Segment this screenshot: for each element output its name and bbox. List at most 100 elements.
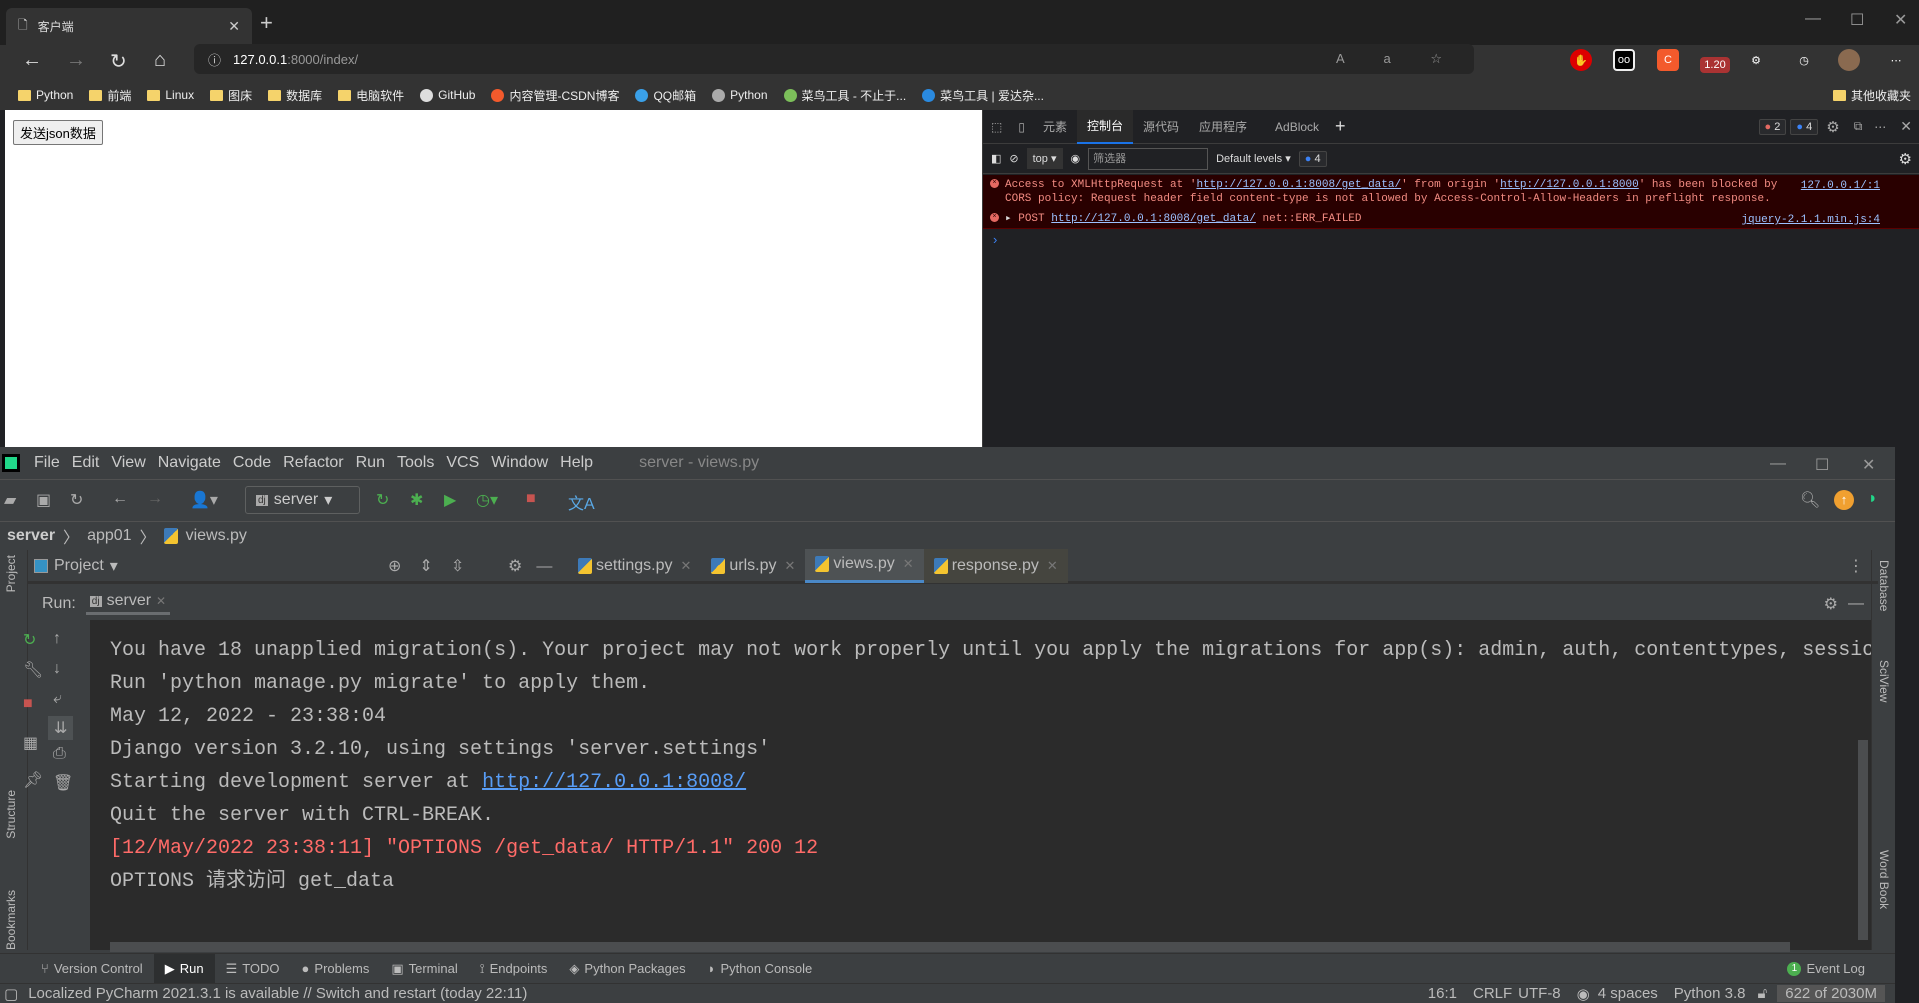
adblock-icon[interactable]: ✋ [1570, 49, 1592, 71]
soft-wrap-icon[interactable]: ⤶ [53, 690, 62, 708]
msg-link[interactable]: http://127.0.0.1:8008/get_data/ [1051, 213, 1256, 225]
memory-indicator[interactable]: 622 of 2030M [1777, 985, 1885, 1002]
send-json-button[interactable]: 发送json数据 [13, 120, 103, 145]
save-icon[interactable]: ▣ [36, 490, 51, 510]
open-icon[interactable]: ▰ [4, 490, 16, 510]
reload-icon[interactable]: ↻ [110, 49, 127, 74]
indent-setting[interactable]: 4 spaces [1598, 985, 1658, 1002]
status-toggle-icon[interactable]: ▢ [4, 985, 18, 1003]
history-icon[interactable]: ◷ [1793, 49, 1815, 71]
rerun-icon[interactable]: ↻ [376, 490, 389, 510]
close-tab-icon[interactable]: ✕ [1047, 558, 1058, 574]
project-view-select[interactable]: Project ▾ [28, 556, 388, 576]
close-tab-icon[interactable]: ✕ [903, 556, 914, 572]
editor-tab[interactable]: settings.py ✕ [568, 549, 701, 583]
menu-file[interactable]: File [28, 454, 66, 472]
add-tab-icon[interactable]: + [1329, 116, 1352, 137]
print-icon[interactable]: ⎙ [53, 745, 66, 763]
read-aloud-translate-favorite-icons[interactable]: A a ☆ [1336, 51, 1460, 67]
avatar[interactable] [1838, 49, 1860, 71]
extensions-icon[interactable]: ⚙ [1745, 49, 1767, 71]
event-log-button[interactable]: 1 Event Log [1787, 961, 1865, 976]
tool-database[interactable]: Database [1877, 560, 1891, 611]
msg-link[interactable]: http://127.0.0.1:8008/get_data/ [1196, 179, 1401, 191]
new-tab-button[interactable]: + [260, 10, 273, 36]
ide-close-button[interactable]: ✕ [1862, 455, 1875, 475]
msg-link[interactable]: http://127.0.0.1:8000 [1500, 179, 1639, 191]
tool-window-problems[interactable]: ● Problems [291, 954, 381, 984]
console-settings-icon[interactable]: ⚙ [1899, 150, 1912, 168]
debug-icon[interactable]: ✱ [410, 490, 423, 510]
server-link[interactable]: http://127.0.0.1:8008/ [482, 771, 746, 794]
close-run-tab-icon[interactable]: ✕ [156, 594, 166, 608]
bookmark-item[interactable]: GitHub [420, 88, 475, 102]
close-tab-icon[interactable]: ✕ [680, 558, 691, 574]
bookmark-item[interactable]: 前端 [89, 87, 131, 104]
close-window-button[interactable]: ✕ [1894, 10, 1907, 30]
editor-tab-active[interactable]: views.py ✕ [805, 548, 924, 583]
tool-bookmarks[interactable]: Bookmarks [4, 890, 18, 950]
run-console-output[interactable]: You have 18 unapplied migration(s). Your… [90, 620, 1871, 950]
tool-window-version-control[interactable]: ⑂ Version Control [30, 954, 154, 984]
error-count-badge[interactable]: ● 2 [1758, 118, 1787, 135]
msg-source-link[interactable]: 127.0.0.1/:1 [1801, 179, 1880, 193]
tool-window-terminal[interactable]: ▣ Terminal [380, 954, 468, 984]
caret-position[interactable]: 16:1 [1428, 985, 1457, 1002]
extension-icon[interactable]: oo [1613, 49, 1635, 71]
tool-project[interactable]: Project [4, 555, 18, 592]
menu-navigate[interactable]: Navigate [152, 454, 227, 472]
python-interpreter[interactable]: Python 3.8 [1674, 985, 1746, 1002]
tool-word-book[interactable]: Word Book [1877, 850, 1891, 909]
horizontal-scrollbar[interactable] [110, 942, 1790, 952]
expand-arrow-icon[interactable]: ▸ [1005, 213, 1012, 225]
stop-icon[interactable]: ■ [526, 490, 536, 508]
menu-vcs[interactable]: VCS [440, 454, 485, 472]
tool-window-endpoints[interactable]: ⟟ Endpoints [469, 954, 559, 984]
project-settings-icons[interactable]: ⚙— [508, 556, 568, 576]
menu-code[interactable]: Code [227, 454, 277, 472]
layout-icon[interactable]: ▦ [23, 733, 38, 753]
home-icon[interactable]: ⌂ [154, 49, 166, 72]
bookmark-item[interactable]: QQ邮箱 [635, 87, 696, 104]
bookmark-item[interactable]: 数据库 [268, 87, 322, 104]
more-icon[interactable]: ⋯ [1868, 120, 1892, 134]
menu-help[interactable]: Help [554, 454, 599, 472]
lock-icon[interactable]: 🔓︎ [1758, 985, 1768, 1002]
down-icon[interactable]: ↓ [53, 660, 61, 678]
devtools-tab[interactable]: 元素 [1033, 110, 1077, 144]
vcs-user-icon[interactable]: 👤▾ [190, 490, 218, 510]
browser-tab[interactable]: 🗋 客户端 ✕ [6, 8, 252, 45]
bookmark-item[interactable]: Python [712, 88, 768, 102]
bookmark-item[interactable]: 菜鸟工具 - 不止于... [783, 87, 906, 104]
ide-maximize-button[interactable]: ☐ [1815, 455, 1829, 475]
tool-sciview[interactable]: SciView [1877, 660, 1891, 702]
tool-window-run[interactable]: ▶ Run [153, 953, 215, 984]
translate-icon[interactable]: 文A [568, 490, 595, 514]
msg-source-link[interactable]: jquery-2.1.1.min.js:4 [1741, 213, 1880, 227]
tool-window-python-packages[interactable]: ◈ Python Packages [558, 954, 696, 984]
device-icon[interactable]: ▯ [1010, 120, 1033, 134]
wrench-icon[interactable]: 🔧︎ [23, 660, 43, 680]
filter-input[interactable]: 筛选器 [1088, 147, 1209, 170]
sync-icon[interactable]: ↻ [70, 490, 83, 510]
bookmark-item[interactable]: 内容管理-CSDN博客 [491, 87, 619, 104]
other-bookmarks[interactable]: 其他收藏夹 [1832, 87, 1911, 104]
context-select[interactable]: top ▾ [1026, 148, 1063, 169]
menu-view[interactable]: View [105, 454, 151, 472]
levels-select[interactable]: Default levels ▾ [1216, 152, 1291, 165]
hide-icon[interactable]: — [1848, 595, 1864, 613]
bookmark-item[interactable]: Python [18, 88, 73, 102]
up-icon[interactable]: ↑ [53, 630, 61, 648]
ide-minimize-button[interactable]: — [1770, 455, 1786, 473]
inspection-eye-icon[interactable]: ◉ [1577, 985, 1590, 1003]
clear-console-icon[interactable]: ⊘ [1009, 152, 1018, 165]
line-separator[interactable]: CRLF [1473, 985, 1512, 1002]
menu-edit[interactable]: Edit [66, 454, 106, 472]
devtools-tab[interactable]: 源代码 [1133, 110, 1189, 144]
bookmark-item[interactable]: 菜鸟工具 | 爱达杂... [922, 87, 1044, 104]
pin-icon[interactable]: 📌︎ [23, 770, 43, 790]
close-devtools-icon[interactable]: ✕ [1892, 118, 1919, 135]
tool-window-python-console[interactable]: ◗ Python Console [697, 954, 824, 984]
sidebar-toggle-icon[interactable]: ◧ [991, 152, 1001, 165]
settings-icon[interactable]: ⚙ [1818, 118, 1847, 136]
